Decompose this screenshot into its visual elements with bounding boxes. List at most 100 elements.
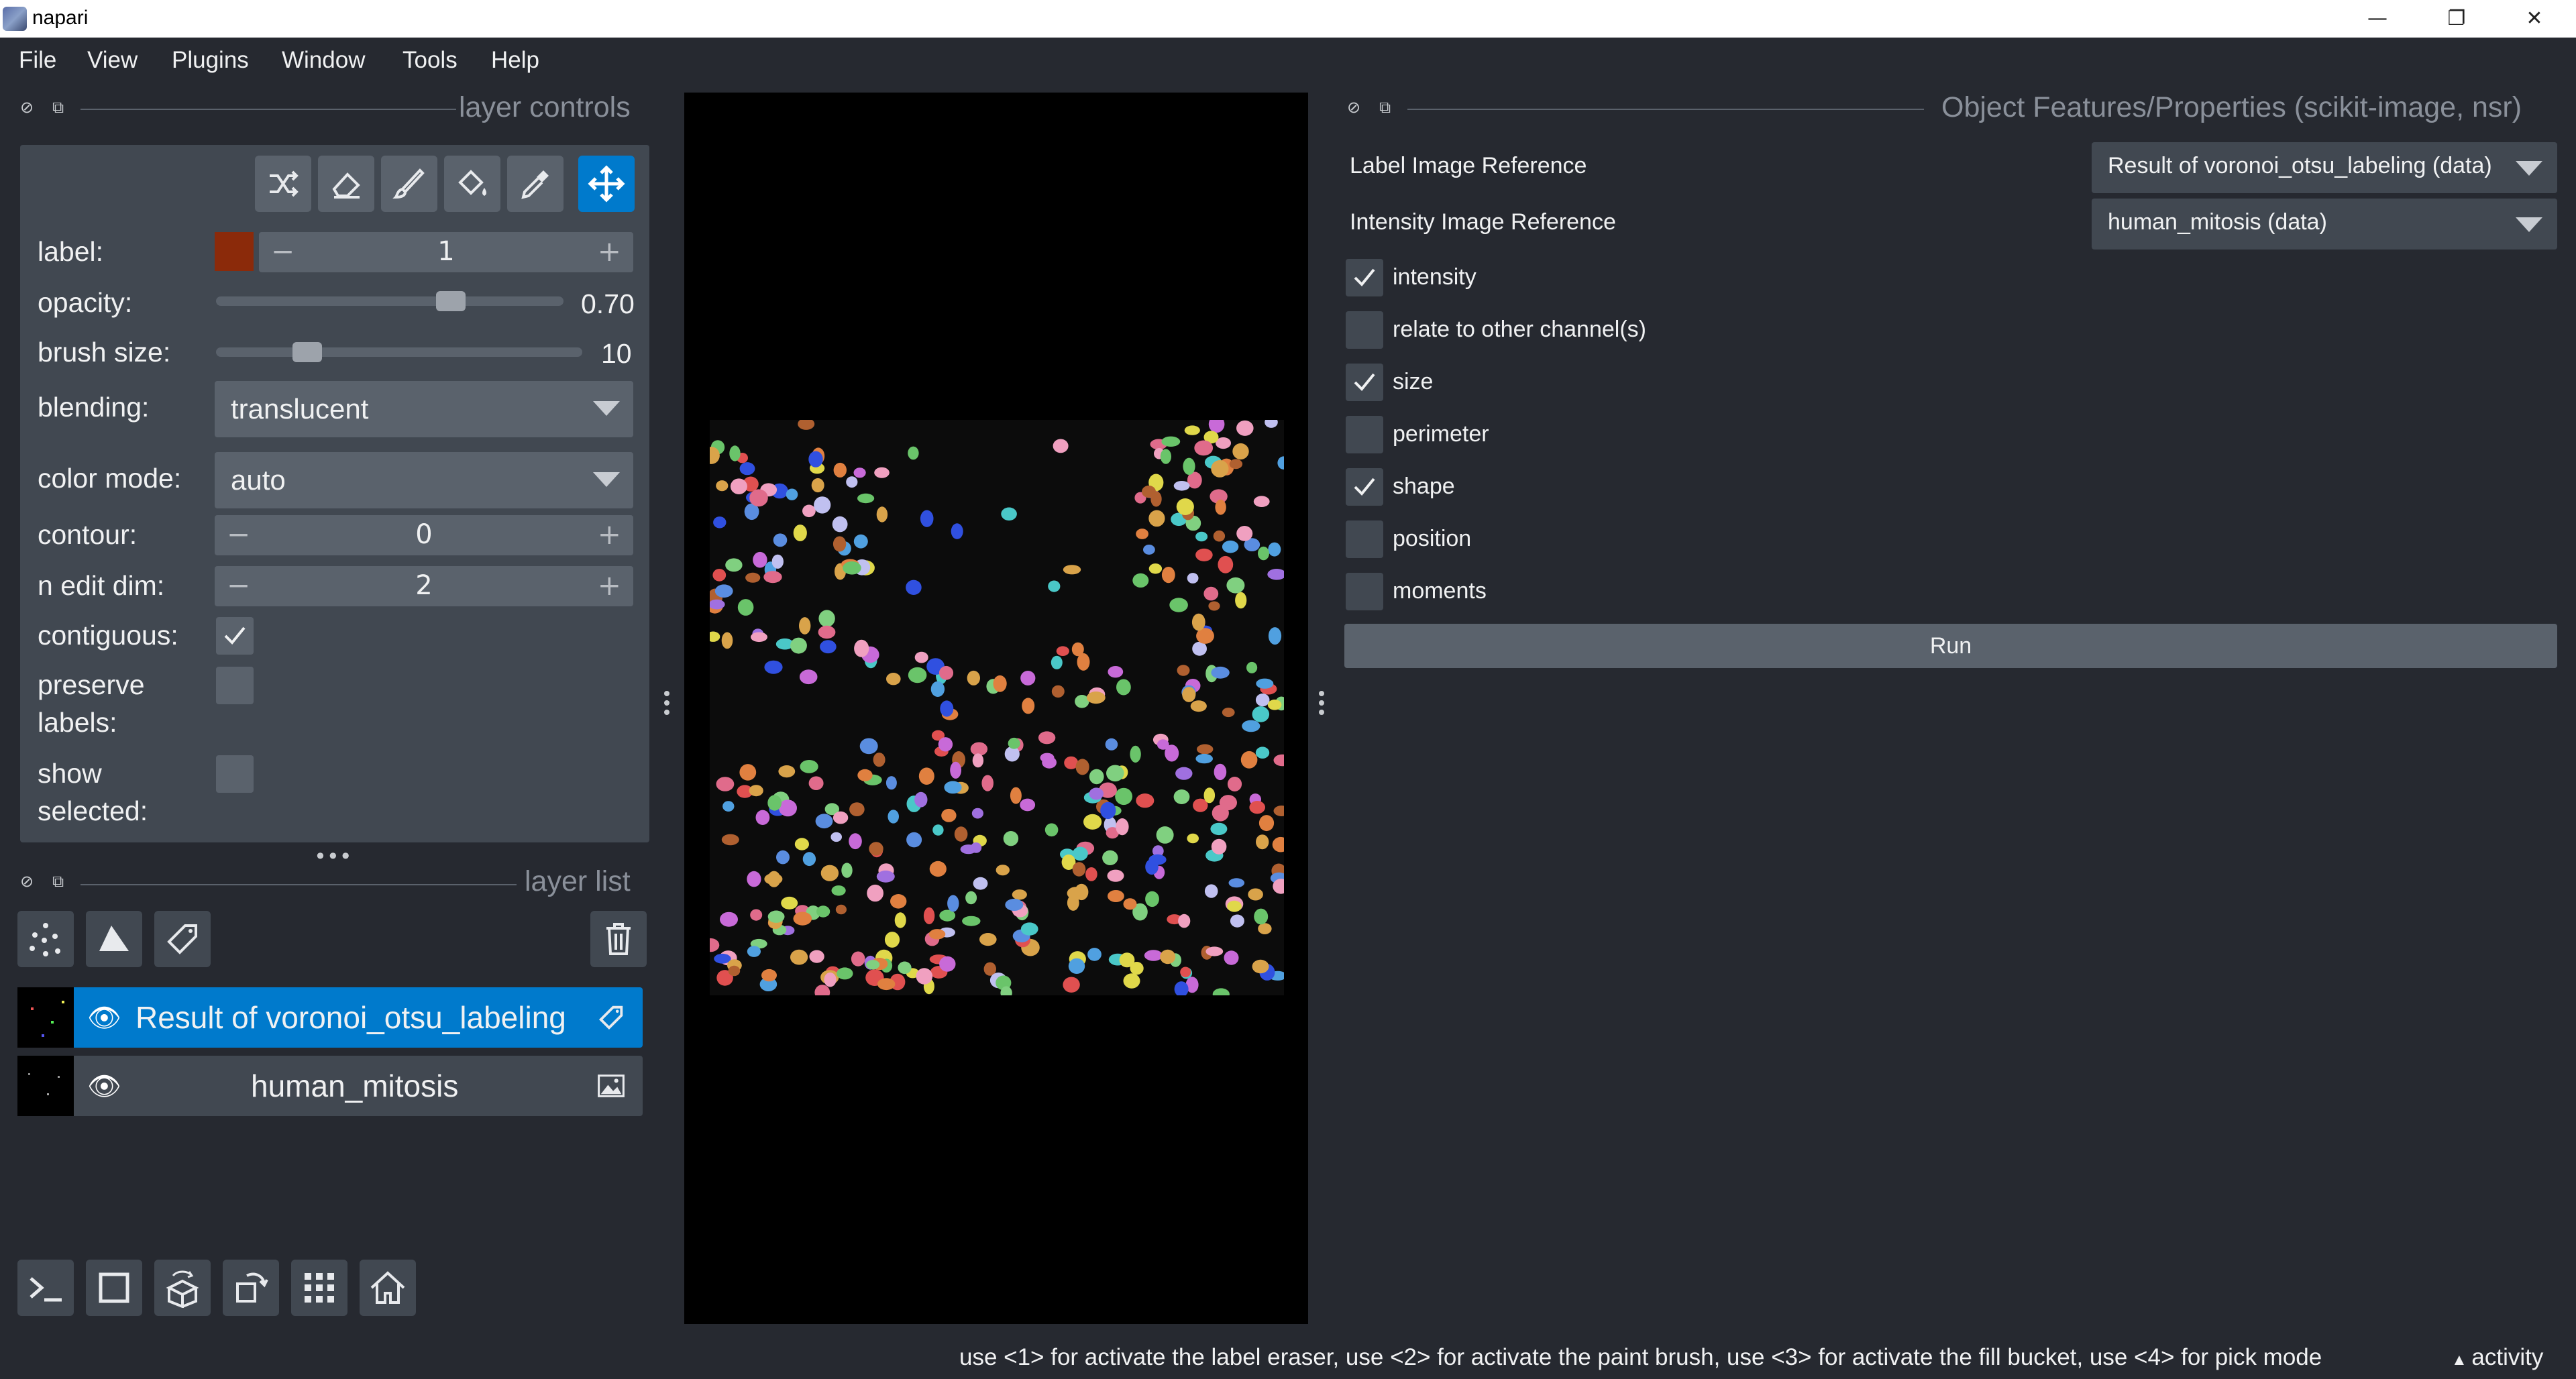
nucleus-label bbox=[811, 478, 824, 493]
contiguous-checkbox[interactable] bbox=[216, 617, 254, 655]
nucleus-label bbox=[747, 871, 761, 887]
nucleus-label bbox=[720, 912, 738, 927]
fill-bucket-button[interactable] bbox=[444, 156, 500, 212]
menu-view[interactable]: View bbox=[87, 47, 138, 74]
color-picker-button[interactable] bbox=[507, 156, 564, 212]
window-title: napari bbox=[32, 7, 89, 29]
eye-icon[interactable]: 👁 bbox=[87, 1002, 121, 1034]
n-edit-dim-label: n edit dim: bbox=[38, 570, 165, 601]
blending-dropdown[interactable]: translucent bbox=[215, 381, 633, 437]
label-color-swatch[interactable] bbox=[215, 232, 254, 271]
show-selected-checkbox[interactable] bbox=[216, 755, 254, 793]
layer-name[interactable]: human_mitosis bbox=[251, 1068, 458, 1104]
plus-icon[interactable]: + bbox=[598, 235, 621, 268]
contour-spinbox[interactable]: − 0 + bbox=[215, 515, 633, 555]
eye-close-dock-icon[interactable]: ⊘ bbox=[1347, 98, 1360, 117]
plus-icon[interactable]: + bbox=[598, 518, 621, 551]
console-button[interactable] bbox=[17, 1260, 74, 1316]
brush-size-slider-handle[interactable] bbox=[292, 342, 322, 362]
menu-window[interactable]: Window bbox=[282, 47, 365, 74]
new-points-layer-button[interactable] bbox=[17, 911, 74, 967]
layer-name[interactable]: Result of voronoi_otsu_labeling bbox=[136, 999, 566, 1036]
minimize-button[interactable]: — bbox=[2351, 4, 2404, 34]
splitter-handle-icon[interactable] bbox=[664, 691, 672, 715]
delete-layer-button[interactable] bbox=[590, 911, 647, 967]
layer-row[interactable]: 👁 human_mitosis bbox=[17, 1056, 643, 1116]
eraser-button[interactable] bbox=[318, 156, 374, 212]
moments-checkbox[interactable] bbox=[1346, 573, 1383, 610]
nucleus-label bbox=[1236, 420, 1254, 436]
label-spinbox[interactable]: − 1 + bbox=[259, 232, 633, 272]
paint-brush-button[interactable] bbox=[381, 156, 437, 212]
menu-help[interactable]: Help bbox=[491, 47, 539, 74]
nucleus-label bbox=[1157, 739, 1169, 750]
float-dock-icon[interactable]: ⧉ bbox=[52, 98, 64, 117]
nucleus-label bbox=[1226, 577, 1245, 594]
nucleus-label bbox=[1048, 580, 1061, 592]
new-labels-layer-button[interactable] bbox=[154, 911, 211, 967]
nucleus-label bbox=[799, 669, 818, 685]
nucleus-label bbox=[1136, 793, 1155, 808]
contour-value: 0 bbox=[415, 519, 433, 550]
nucleus-label bbox=[1169, 598, 1188, 612]
nucleus-label bbox=[790, 637, 807, 654]
menu-file[interactable]: File bbox=[19, 47, 56, 74]
relate-channels-checkbox[interactable] bbox=[1346, 311, 1383, 349]
home-button[interactable] bbox=[360, 1260, 416, 1316]
eye-icon[interactable]: 👁 bbox=[87, 1070, 121, 1102]
nucleus-label bbox=[1102, 850, 1118, 865]
layer-row[interactable]: 👁 Result of voronoi_otsu_labeling bbox=[17, 987, 643, 1048]
preserve-labels-checkbox[interactable] bbox=[216, 667, 254, 704]
plus-icon[interactable]: + bbox=[598, 569, 621, 602]
nucleus-label bbox=[802, 504, 816, 518]
nucleus-label bbox=[800, 760, 818, 773]
intensity-image-reference-dropdown[interactable]: human_mitosis (data) bbox=[2092, 199, 2557, 250]
transpose-button[interactable] bbox=[223, 1260, 279, 1316]
nucleus-label bbox=[1087, 948, 1102, 961]
shuffle-colors-button[interactable] bbox=[255, 156, 311, 212]
nucleus-label bbox=[1072, 846, 1088, 861]
intensity-checkbox[interactable] bbox=[1346, 259, 1383, 296]
nucleus-label bbox=[965, 891, 977, 905]
shape-checkbox[interactable] bbox=[1346, 468, 1383, 506]
nucleus-label bbox=[1123, 973, 1140, 989]
nucleus-label bbox=[737, 599, 754, 616]
menu-plugins[interactable]: Plugins bbox=[172, 47, 249, 74]
float-dock-icon[interactable]: ⧉ bbox=[52, 872, 64, 891]
perimeter-checkbox[interactable] bbox=[1346, 416, 1383, 453]
size-checkbox[interactable] bbox=[1346, 364, 1383, 401]
nucleus-label bbox=[1020, 798, 1036, 812]
pan-zoom-button[interactable] bbox=[578, 156, 635, 212]
float-dock-icon[interactable]: ⧉ bbox=[1379, 98, 1391, 117]
roll-dimensions-button[interactable] bbox=[154, 1260, 211, 1316]
label-image-reference-dropdown[interactable]: Result of voronoi_otsu_labeling (data) bbox=[2092, 142, 2557, 193]
contour-label: contour: bbox=[38, 519, 138, 550]
eye-close-dock-icon[interactable]: ⊘ bbox=[20, 98, 34, 117]
menu-tools[interactable]: Tools bbox=[402, 47, 458, 74]
n-edit-dim-spinbox[interactable]: − 2 + bbox=[215, 566, 633, 606]
splitter-handle-icon[interactable] bbox=[1319, 691, 1327, 715]
nucleus-label bbox=[1086, 692, 1106, 704]
new-shapes-layer-button[interactable] bbox=[86, 911, 142, 967]
opacity-slider-handle[interactable] bbox=[436, 291, 466, 311]
shape-label: shape bbox=[1393, 474, 1455, 499]
splitter-handle-icon[interactable]: ••• bbox=[314, 844, 352, 869]
grid-view-button[interactable] bbox=[291, 1260, 347, 1316]
toggle-ndisplay-button[interactable] bbox=[86, 1260, 142, 1316]
restore-button[interactable]: ❐ bbox=[2430, 4, 2483, 34]
nucleus-label bbox=[808, 451, 823, 467]
activity-button[interactable]: ▲ activity bbox=[2451, 1344, 2543, 1371]
nucleus-label bbox=[1184, 425, 1200, 435]
close-button[interactable]: ✕ bbox=[2508, 4, 2561, 34]
fill-bucket-icon bbox=[458, 170, 486, 196]
brush-size-slider[interactable] bbox=[216, 347, 582, 357]
color-mode-dropdown[interactable]: auto bbox=[215, 452, 633, 508]
viewer-canvas[interactable] bbox=[684, 93, 1308, 1324]
opacity-slider[interactable] bbox=[216, 296, 564, 306]
nucleus-label bbox=[1123, 898, 1137, 910]
position-checkbox[interactable] bbox=[1346, 520, 1383, 558]
run-button[interactable]: Run bbox=[1344, 624, 2557, 668]
nucleus-label bbox=[1227, 900, 1242, 912]
eye-close-dock-icon[interactable]: ⊘ bbox=[20, 872, 34, 891]
nucleus-label bbox=[1183, 457, 1195, 475]
